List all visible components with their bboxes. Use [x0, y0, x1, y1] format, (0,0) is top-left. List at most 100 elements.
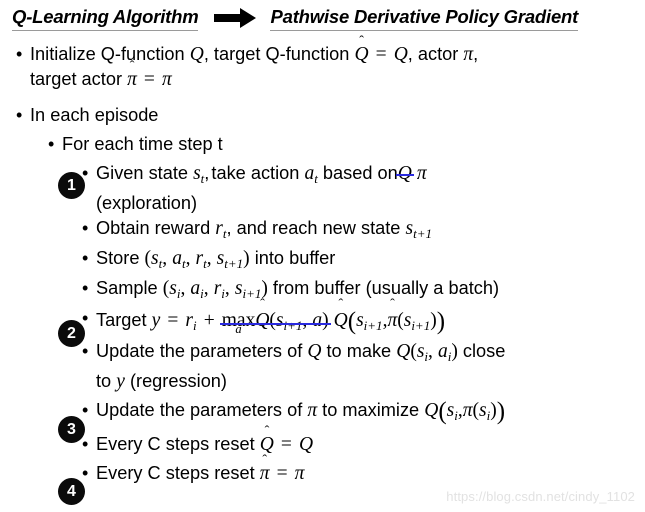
math-y-2: y: [116, 371, 125, 393]
comma-2: ,: [204, 163, 210, 183]
right-arrow-icon: [214, 7, 257, 31]
math-q-6: Q: [298, 434, 314, 456]
line-store: • Store (st, at, rt, st+1) into buffer: [82, 247, 336, 271]
math-s-i-5: si: [479, 400, 491, 424]
math-s-i: si: [169, 277, 181, 301]
math-equals: =: [375, 44, 387, 65]
text-update-params-2: Update the parameters of: [96, 400, 303, 421]
bullet-glyph: •: [82, 277, 89, 298]
text-based-on: based on: [322, 163, 398, 183]
math-s-i1-4: si+1: [403, 309, 431, 333]
bullet-glyph: •: [82, 217, 89, 238]
math-s-i1-2: si+1: [275, 309, 303, 333]
text-actor: , actor: [407, 44, 459, 64]
math-max-subscript: a: [235, 322, 242, 337]
line-given-state: • Given state st, take action at based o…: [0, 161, 645, 191]
slide-root: Q-Learning Algorithm Pathwise Derivative…: [0, 0, 645, 512]
math-a-t-2: at: [172, 247, 186, 271]
text-update-params: Update the parameters of: [96, 341, 303, 362]
math-q-hat-3: ˆQ: [333, 296, 348, 331]
math-pi-hat: ˆπ: [127, 57, 137, 90]
math-q-hat: ˆQ: [354, 32, 369, 65]
bullet-glyph: •: [16, 44, 23, 64]
math-r-i: ri: [213, 277, 225, 301]
line-obtain-reward: • Obtain reward rt, and reach new state …: [0, 216, 645, 246]
math-s-i-4: si: [446, 400, 458, 424]
math-q-4: Q: [396, 341, 411, 363]
math-s-i-3: si: [416, 341, 429, 365]
bullet-glyph: •: [82, 463, 89, 484]
line-sample: • Sample (si, ai, ri, si+1) from buffer …: [82, 277, 500, 301]
bullet-glyph: •: [82, 247, 89, 268]
title-right-text: Pathwise Derivative Policy Gradient: [270, 7, 578, 31]
title-left-text: Q-Learning Algorithm: [12, 7, 199, 31]
math-equals-5: =: [276, 463, 288, 485]
text-timestep: For each time step t: [62, 134, 223, 154]
line-reset-pi: • Every C steps reset ˆπ = π: [0, 451, 645, 486]
text-to: to: [96, 371, 112, 392]
math-plus: +: [203, 309, 215, 331]
line-update-q-cont: to y (regression): [0, 369, 645, 394]
text-to-make: to make: [326, 341, 392, 362]
math-r-t: rt: [215, 217, 227, 241]
text-sample: Sample: [96, 277, 158, 298]
math-s-t1-2: st+1: [216, 247, 244, 271]
step-badge-3: 3: [58, 416, 85, 443]
line-for-each-time-step: • For each time step t: [0, 132, 645, 157]
math-equals-4: =: [280, 434, 292, 456]
math-pi-3: π: [416, 163, 427, 184]
paren-open-3: (: [347, 307, 357, 335]
line-initialize: • Initialize Q-function Q , target Q-func…: [0, 32, 645, 67]
math-a-i-2: ai: [437, 341, 452, 365]
math-q-3: Q: [307, 341, 322, 363]
math-equals-2: =: [143, 69, 155, 90]
math-max-operator: max a: [221, 309, 256, 337]
line-initialize-cont: target actor ˆπ = π: [0, 57, 645, 92]
text-given-state: Given state: [96, 163, 188, 183]
math-r-t-2: rt: [195, 247, 207, 271]
step-badge-1: 1: [58, 172, 85, 199]
line-in-each-episode: • In each episode: [0, 103, 645, 128]
math-s-i1: si+1: [234, 277, 262, 301]
text-target-qfunc: , target Q-function: [203, 44, 350, 64]
text-close: close: [462, 341, 506, 362]
line-update-pi: • Update the parameters of π to maximize…: [82, 398, 506, 426]
text-obtain-reward: Obtain reward: [96, 217, 211, 238]
text-regression: (regression): [129, 371, 227, 392]
struck-max-q-term: max a ˆ Q(si+1, a): [219, 297, 331, 340]
math-q-struck: Q: [395, 163, 414, 184]
math-a-2: a: [312, 309, 323, 331]
math-a-t: at: [304, 163, 318, 186]
math-q-2: Q: [393, 44, 408, 65]
text-to-maximize: to maximize: [322, 400, 420, 421]
line-reset-q: • Every C steps reset ˆQ = Q: [0, 424, 645, 457]
math-pi-hat-3: ˆπ: [259, 451, 270, 485]
text-episode: In each episode: [30, 105, 159, 125]
paren-close-3: ): [436, 307, 446, 335]
math-a-i: ai: [190, 277, 204, 301]
slide-title: Q-Learning Algorithm Pathwise Derivative…: [12, 4, 637, 34]
line-exploration: (exploration): [0, 191, 645, 216]
bullet-glyph: •: [82, 341, 89, 362]
math-s-t: st: [193, 163, 205, 186]
math-pi-6: π: [294, 463, 305, 485]
text-every-c-reset-2: Every C steps reset: [96, 463, 255, 484]
math-pi-hat-2: ˆπ: [387, 296, 398, 331]
comma-1: ,: [473, 44, 479, 64]
bullet-glyph: •: [16, 105, 23, 125]
math-s-t1: st+1: [405, 217, 432, 241]
text-into-buffer: into buffer: [254, 247, 336, 268]
math-s-i1-3: si+1: [356, 309, 383, 333]
step-badge-4: 4: [58, 478, 85, 505]
math-y: y: [151, 309, 161, 331]
math-equals-3: =: [167, 309, 179, 331]
paren-close-1: ): [243, 247, 250, 269]
math-r-i-2: ri: [185, 309, 197, 333]
text-initialize: Initialize Q-function: [30, 44, 185, 64]
math-q-5: Q: [424, 400, 439, 422]
paren-open-4: (: [438, 398, 447, 426]
bullet-glyph: •: [82, 400, 89, 421]
watermark: https://blog.csdn.net/cindy_1102: [446, 489, 635, 504]
hat-mark: ˆ: [359, 32, 364, 49]
math-pi-2: π: [161, 69, 172, 90]
